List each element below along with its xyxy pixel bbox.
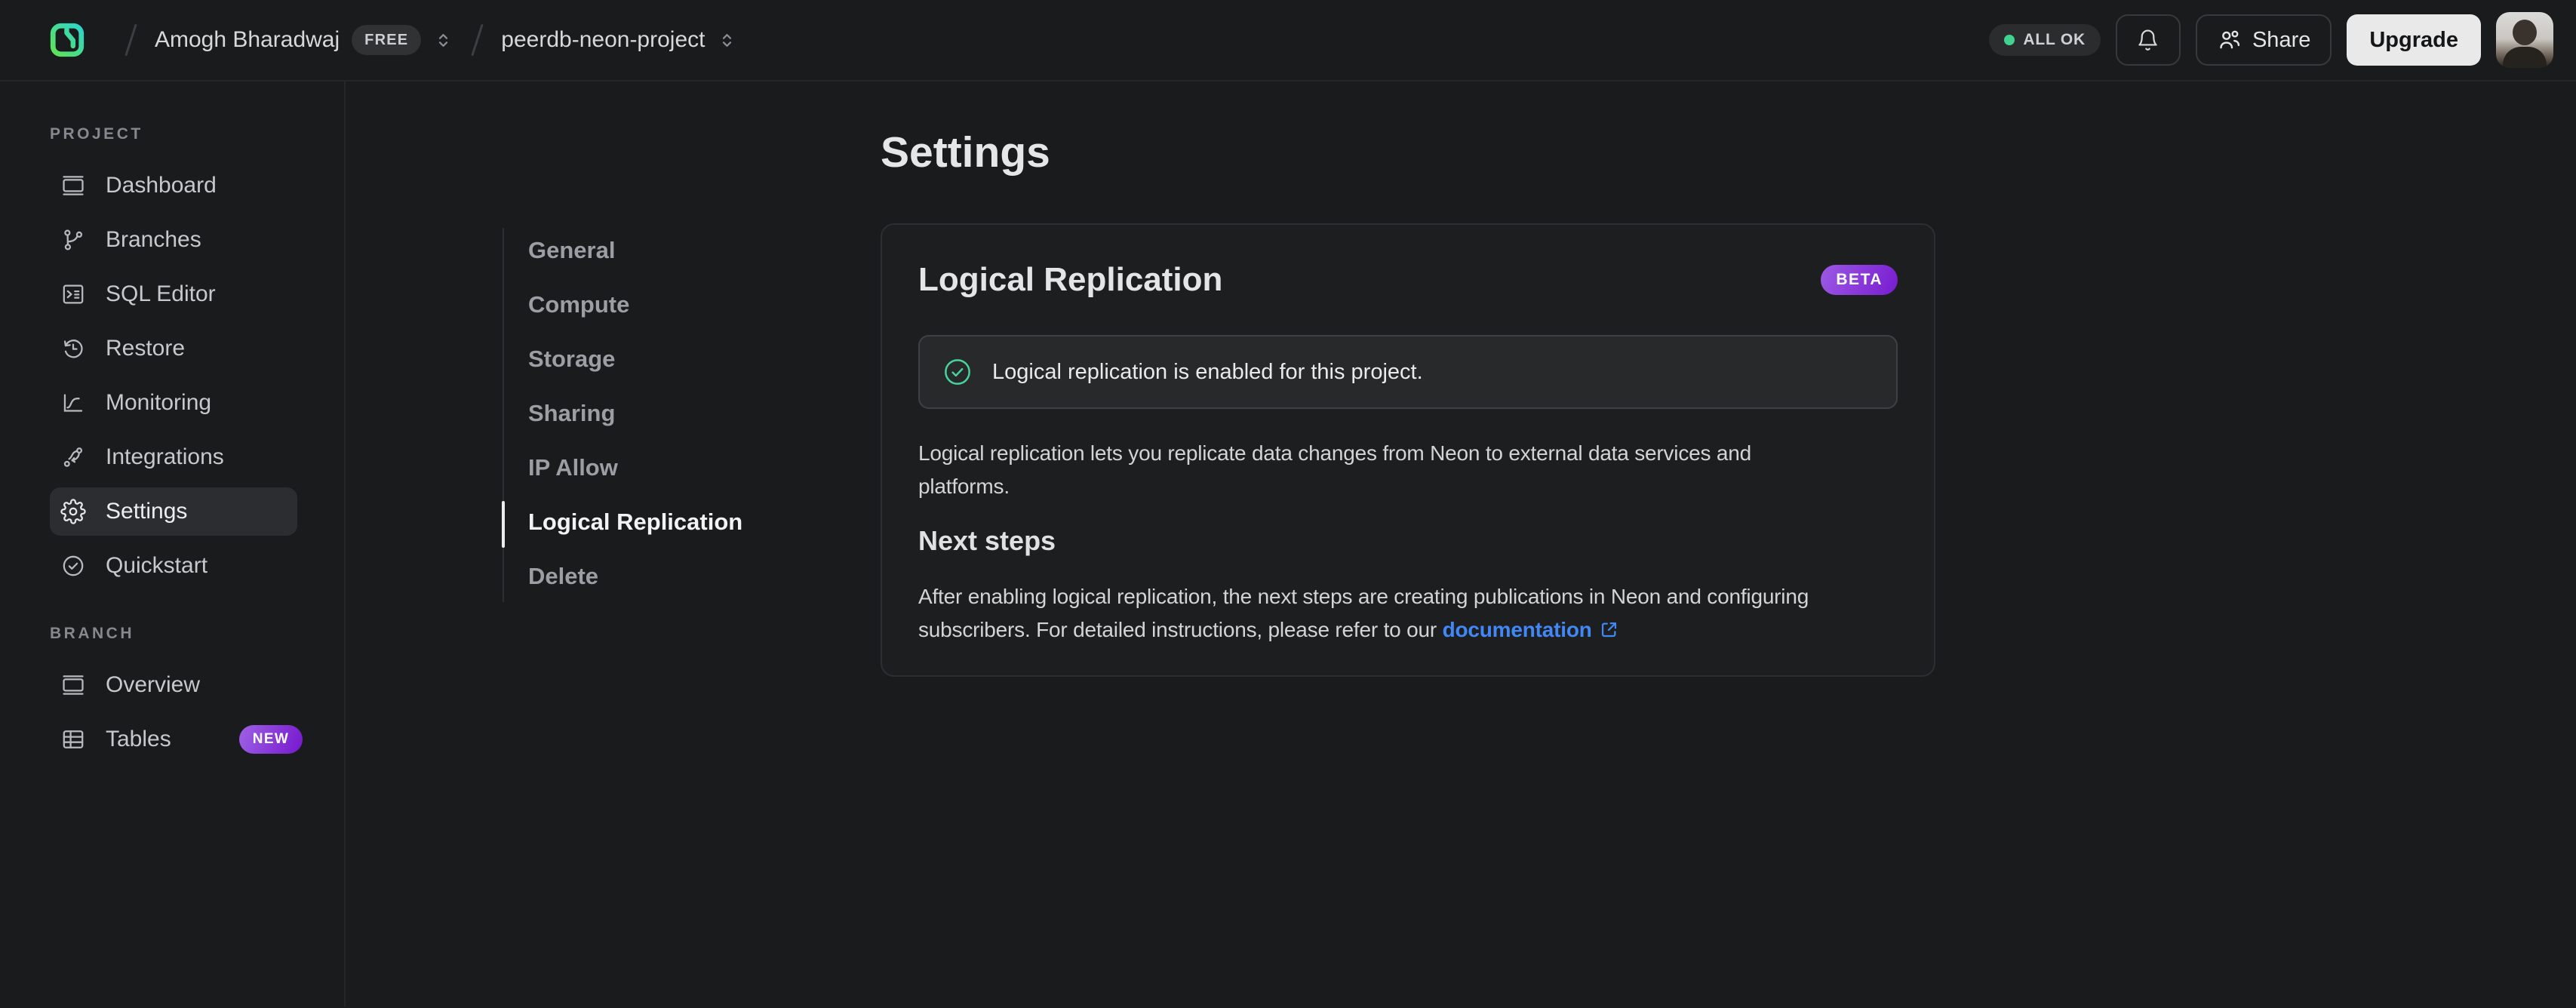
neon-logo[interactable] bbox=[48, 21, 86, 59]
sidebar-item-label: Quickstart bbox=[106, 553, 208, 578]
gear-icon bbox=[60, 499, 86, 524]
dashboard-icon bbox=[60, 173, 86, 198]
people-icon bbox=[2220, 30, 2240, 49]
status-pill[interactable]: ALL OK bbox=[1989, 24, 2101, 56]
card-header: Logical Replication BETA bbox=[918, 258, 1898, 302]
breadcrumb-separator bbox=[471, 23, 484, 57]
integrations-icon bbox=[60, 444, 86, 470]
share-button[interactable]: Share bbox=[2195, 14, 2332, 66]
settings-tab-general[interactable]: General bbox=[503, 223, 819, 278]
beta-badge: BETA bbox=[1821, 265, 1898, 295]
main-content: General Compute Storage Sharing IP Allow… bbox=[346, 81, 2576, 1006]
sidebar-item-overview[interactable]: Overview bbox=[50, 661, 297, 709]
page-title: Settings bbox=[881, 128, 1050, 177]
sidebar-item-label: Monitoring bbox=[106, 390, 212, 415]
settings-tab-storage[interactable]: Storage bbox=[503, 332, 819, 386]
plan-badge: FREE bbox=[352, 25, 422, 55]
branches-icon bbox=[60, 227, 86, 253]
restore-icon bbox=[60, 336, 86, 361]
bell-icon bbox=[2138, 29, 2158, 51]
unfold-icon bbox=[439, 33, 448, 47]
description-text: Logical replication lets you replicate d… bbox=[918, 441, 1752, 498]
sidebar-section-branch: BRANCH bbox=[50, 625, 134, 642]
enabled-alert: Logical replication is enabled for this … bbox=[918, 335, 1898, 409]
unfold-icon bbox=[723, 33, 732, 47]
settings-tab-logical-replication[interactable]: Logical Replication bbox=[503, 495, 819, 549]
sidebar-section-project: PROJECT bbox=[50, 125, 143, 143]
sidebar-branch-list: Overview Tables NEW bbox=[0, 661, 344, 764]
topbar: Amogh Bharadwaj FREE peerdb-neon-project… bbox=[0, 0, 2576, 81]
settings-tab-sharing[interactable]: Sharing bbox=[503, 386, 819, 441]
sql-editor-icon bbox=[60, 281, 86, 307]
notifications-button[interactable] bbox=[2115, 14, 2181, 66]
sidebar-item-label: Overview bbox=[106, 672, 201, 697]
app-root: Amogh Bharadwaj FREE peerdb-neon-project… bbox=[0, 0, 2576, 1008]
org-name: Amogh Bharadwaj bbox=[155, 27, 340, 52]
settings-tab-ip-allow[interactable]: IP Allow bbox=[503, 441, 819, 495]
topbar-actions: ALL OK Share Upgrade bbox=[1989, 12, 2564, 68]
alert-text: Logical replication is enabled for this … bbox=[992, 359, 1423, 384]
breadcrumb-separator bbox=[124, 23, 137, 57]
share-label: Share bbox=[2252, 27, 2311, 52]
settings-nav: General Compute Storage Sharing IP Allow… bbox=[502, 223, 819, 604]
tables-icon bbox=[60, 727, 86, 752]
quickstart-icon bbox=[60, 553, 86, 579]
sidebar-item-dashboard[interactable]: Dashboard bbox=[50, 161, 297, 210]
sidebar-item-label: SQL Editor bbox=[106, 281, 216, 306]
settings-page: Settings Logical Replication BETA Logica… bbox=[881, 81, 1935, 677]
monitoring-icon bbox=[60, 390, 86, 416]
settings-tab-compute[interactable]: Compute bbox=[503, 278, 819, 332]
sidebar-item-branches[interactable]: Branches bbox=[50, 216, 297, 264]
check-circle-icon bbox=[942, 357, 973, 387]
sidebar-item-label: Dashboard bbox=[106, 173, 217, 198]
avatar[interactable] bbox=[2496, 12, 2553, 68]
sidebar-item-integrations[interactable]: Integrations bbox=[50, 433, 297, 481]
sidebar-item-label: Settings bbox=[106, 499, 188, 524]
sidebar-item-tables[interactable]: Tables NEW bbox=[50, 715, 303, 764]
overview-icon bbox=[60, 672, 86, 698]
sidebar: PROJECT Dashboard Branches SQL Editor Re… bbox=[0, 81, 346, 1006]
sidebar-item-settings[interactable]: Settings bbox=[50, 487, 297, 536]
next-steps-title: Next steps bbox=[918, 525, 1056, 556]
documentation-link[interactable]: documentation bbox=[1443, 618, 1592, 641]
settings-nav-active-indicator bbox=[502, 501, 505, 548]
logical-replication-card: Logical Replication BETA Logical replica… bbox=[881, 223, 1935, 677]
new-badge: NEW bbox=[238, 725, 303, 754]
sidebar-item-label: Tables bbox=[106, 727, 171, 751]
status-label: ALL OK bbox=[2023, 31, 2086, 48]
next-steps-body: After enabling logical replication, the … bbox=[918, 585, 1809, 641]
sidebar-item-label: Integrations bbox=[106, 444, 224, 469]
card-title: Logical Replication bbox=[918, 261, 1223, 298]
upgrade-button[interactable]: Upgrade bbox=[2347, 14, 2481, 66]
sidebar-item-label: Restore bbox=[106, 336, 186, 361]
project-switcher[interactable]: peerdb-neon-project bbox=[501, 27, 737, 53]
external-link-icon bbox=[1601, 622, 1616, 638]
sidebar-item-restore[interactable]: Restore bbox=[50, 324, 297, 373]
sidebar-item-sql-editor[interactable]: SQL Editor bbox=[50, 270, 297, 318]
sidebar-item-quickstart[interactable]: Quickstart bbox=[50, 542, 297, 590]
neon-logo-icon bbox=[50, 23, 85, 57]
settings-tab-delete[interactable]: Delete bbox=[503, 549, 819, 604]
sidebar-item-label: Branches bbox=[106, 227, 201, 252]
sidebar-item-monitoring[interactable]: Monitoring bbox=[50, 379, 297, 427]
shell: PROJECT Dashboard Branches SQL Editor Re… bbox=[0, 81, 2576, 1006]
sidebar-project-list: Dashboard Branches SQL Editor Restore Mo… bbox=[0, 161, 344, 590]
org-switcher[interactable]: Amogh Bharadwaj FREE bbox=[155, 25, 453, 55]
project-name: peerdb-neon-project bbox=[501, 27, 705, 52]
status-dot bbox=[2004, 35, 2015, 45]
next-steps-text: After enabling logical replication, the … bbox=[918, 580, 1898, 647]
